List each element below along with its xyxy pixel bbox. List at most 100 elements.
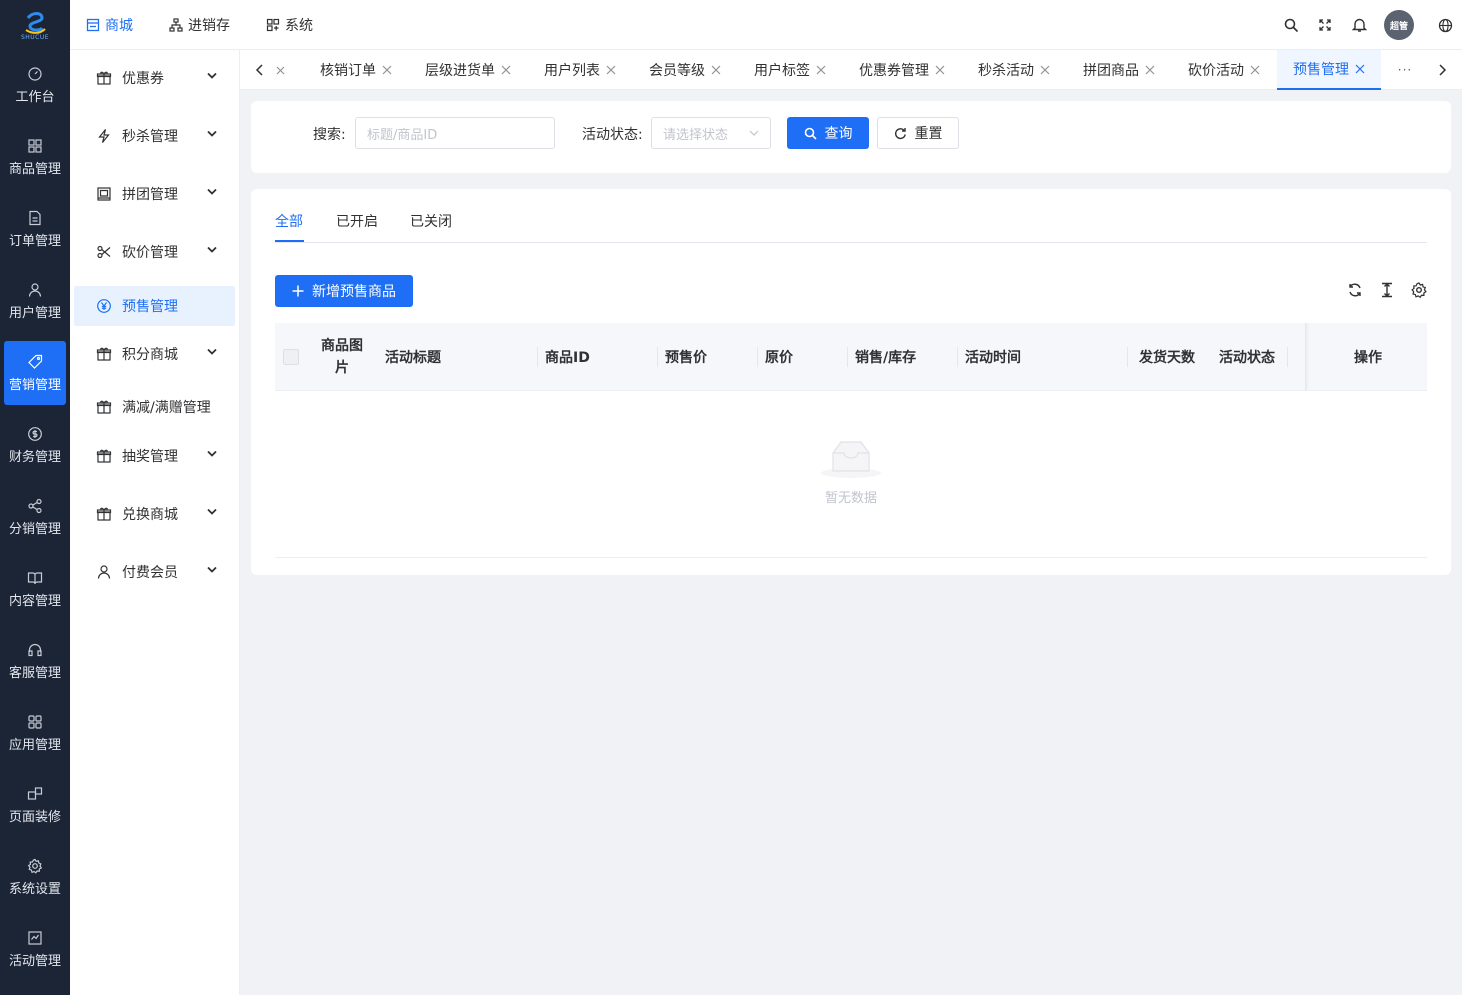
status-tab-open[interactable]: 已开启	[336, 211, 378, 231]
top-nav: 商城 进销存 系统	[70, 0, 333, 50]
subnav-item-3[interactable]: 砍价管理	[74, 232, 235, 272]
subnav-item-4[interactable]: 预售管理	[74, 286, 235, 326]
tab-2[interactable]: 用户列表	[528, 50, 632, 90]
rail-item-label: 工作台	[15, 89, 55, 105]
secondary-sidebar: 优惠券秒杀管理拼团管理砍价管理预售管理积分商城满减/满赠管理 抽奖管理兑换商城付费…	[70, 50, 240, 995]
subnav-item-label: 付费会员	[122, 565, 178, 581]
subnav-item-0[interactable]: 优惠券	[74, 58, 235, 98]
query-button[interactable]: 查询	[787, 117, 869, 149]
subnav-item-1[interactable]: 秒杀管理	[74, 116, 235, 156]
rail-item-label: 内容管理	[8, 593, 61, 609]
top-nav-inventory[interactable]: 进销存	[169, 0, 230, 50]
top-nav-label: 进销存	[188, 18, 230, 34]
scissors-icon	[97, 245, 111, 259]
rail-item-label: 商品管理	[8, 161, 61, 177]
tab-0[interactable]: 核销订单	[304, 50, 408, 90]
subnav-item-2[interactable]: 拼团管理	[74, 174, 235, 214]
top-header: 商城 进销存 系统 超管	[70, 0, 1462, 50]
tab-5[interactable]: 优惠券管理	[843, 50, 961, 90]
rail-item-11[interactable]: 系统设置	[4, 845, 66, 909]
status-tab-closed[interactable]: 已关闭	[410, 211, 452, 231]
user-icon	[97, 565, 111, 579]
tab-7[interactable]: 拼团商品	[1067, 50, 1171, 90]
select-all-checkbox[interactable]	[283, 349, 299, 365]
column-header-ship-days: 发货天数	[1139, 350, 1195, 366]
rail-item-label: 应用管理	[8, 737, 61, 753]
status-tab-all[interactable]: 全部	[275, 211, 303, 231]
close-icon[interactable]	[1145, 65, 1155, 75]
rail-item-1[interactable]: 商品管理	[4, 125, 66, 189]
close-icon[interactable]	[382, 65, 392, 75]
rail-item-8[interactable]: 客服管理	[4, 629, 66, 693]
close-icon[interactable]	[501, 65, 511, 75]
globe-icon[interactable]	[1436, 16, 1454, 34]
column-divider	[537, 347, 538, 367]
column-divider	[757, 347, 758, 367]
rail-item-label: 订单管理	[8, 233, 61, 249]
top-nav-label: 系统	[285, 18, 313, 34]
subnav-item-label: 积分商城	[122, 347, 178, 363]
rail-item-5[interactable]: 财务管理	[4, 413, 66, 477]
close-icon[interactable]	[1250, 65, 1260, 75]
rail-item-7[interactable]: 内容管理	[4, 557, 66, 621]
close-icon[interactable]	[935, 65, 945, 75]
status-select[interactable]: 请选择状态	[651, 117, 771, 149]
column-height-icon[interactable]	[1378, 281, 1396, 299]
add-presale-button[interactable]: 新增预售商品	[275, 275, 413, 307]
column-divider	[957, 347, 958, 367]
subnav-item-8[interactable]: 兑换商城	[74, 494, 235, 534]
fullscreen-icon[interactable]	[1316, 16, 1334, 34]
rail-item-3[interactable]: 用户管理	[4, 269, 66, 333]
avatar[interactable]: 超管	[1384, 10, 1414, 40]
close-icon[interactable]	[711, 65, 721, 75]
tab-1[interactable]: 层级进货单	[409, 50, 527, 90]
top-nav-system[interactable]: 系统	[266, 0, 313, 50]
subnav-item-6[interactable]: 满减/满赠管理	[74, 387, 235, 427]
reset-button[interactable]: 重置	[877, 117, 959, 149]
close-icon[interactable]	[1040, 65, 1050, 75]
rail-item-4[interactable]: 营销管理	[4, 341, 66, 405]
subnav-item-5[interactable]: 积分商城	[74, 334, 235, 374]
rail-item-label: 用户管理	[8, 305, 61, 321]
rail-item-2[interactable]: 订单管理	[4, 197, 66, 261]
tab-8[interactable]: 砍价活动	[1172, 50, 1276, 90]
sitemap-icon	[169, 18, 183, 32]
search-icon[interactable]	[1282, 16, 1300, 34]
gift-icon	[96, 449, 112, 463]
tab-9[interactable]: 预售管理	[1277, 50, 1381, 90]
tabs-more-button[interactable]: ···	[1385, 50, 1425, 90]
rail-item-6[interactable]: 分销管理	[4, 485, 66, 549]
tabs-scroll-right-icon[interactable]	[1427, 50, 1457, 90]
column-header-activity-time: 活动时间	[965, 350, 1021, 366]
tab-partial-close-icon[interactable]	[268, 50, 292, 90]
subnav-item-7[interactable]: 抽奖管理	[74, 436, 235, 476]
dollar-icon	[28, 426, 42, 441]
search-input[interactable]: 标题/商品ID	[355, 117, 555, 149]
close-icon[interactable]	[1355, 64, 1365, 74]
brand-logo[interactable]: SHUCUE	[0, 0, 70, 50]
column-divider	[657, 347, 658, 367]
status-tab-indicator	[275, 240, 304, 242]
rail-item-9[interactable]: 应用管理	[4, 701, 66, 765]
settings-icon[interactable]	[1410, 281, 1428, 299]
group-icon	[97, 187, 111, 201]
tab-3[interactable]: 会员等级	[633, 50, 737, 90]
search-icon	[804, 127, 817, 140]
top-nav-store[interactable]: 商城	[86, 0, 133, 50]
refresh-icon[interactable]	[1346, 281, 1364, 299]
rail-item-10[interactable]: 页面装修	[4, 773, 66, 837]
close-icon[interactable]	[606, 65, 616, 75]
close-icon[interactable]	[816, 65, 826, 75]
column-header-actions: 操作	[1354, 350, 1382, 366]
subnav-item-label: 秒杀管理	[122, 129, 178, 145]
tab-6[interactable]: 秒杀活动	[962, 50, 1066, 90]
tab-4[interactable]: 用户标签	[738, 50, 842, 90]
rail-item-0[interactable]: 工作台	[4, 53, 66, 117]
share-icon	[28, 498, 42, 513]
chevron-down-icon	[749, 130, 759, 136]
rail-item-12[interactable]: 活动管理	[4, 917, 66, 981]
empty-text: 暂无数据	[824, 491, 877, 506]
tab-label: 优惠券管理	[859, 63, 929, 79]
bell-icon[interactable]	[1350, 16, 1368, 34]
subnav-item-9[interactable]: 付费会员	[74, 552, 235, 592]
